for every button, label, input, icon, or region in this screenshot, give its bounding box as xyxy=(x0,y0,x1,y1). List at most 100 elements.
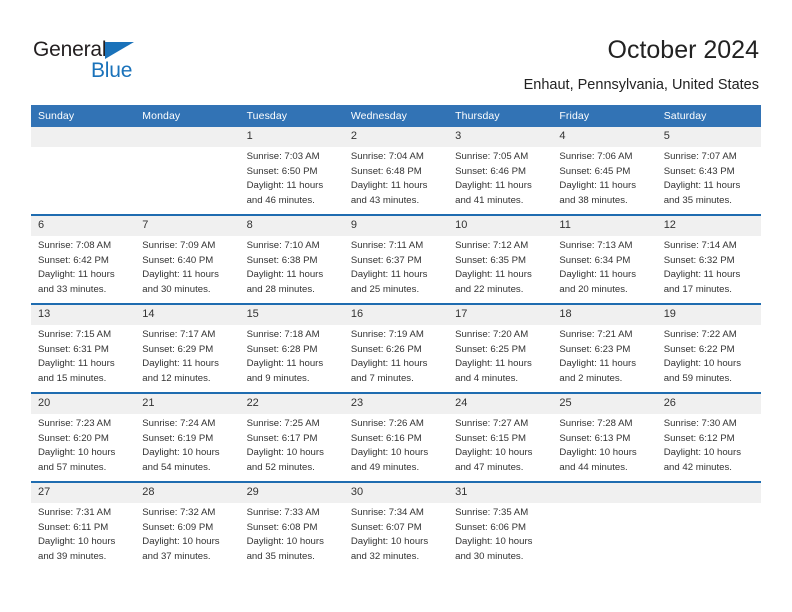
daylight-duration-line2: and 15 minutes. xyxy=(38,372,107,384)
daylight-duration-line1: Daylight: 11 hours xyxy=(455,269,532,281)
sunset-time: Sunset: 6:11 PM xyxy=(38,521,109,533)
daylight-duration-line2: and 46 minutes. xyxy=(246,194,315,206)
calendar-day-cell[interactable]: 19 Sunrise: 7:22 AM Sunset: 6:22 PM Dayligh… xyxy=(656,303,761,393)
calendar-day-cell[interactable]: 31 Sunrise: 7:35 AM Sunset: 6:06 PM Dayligh… xyxy=(448,481,553,570)
day-sun-info: Sunrise: 7:14 AM Sunset: 6:32 PM Daylight:… xyxy=(657,236,761,297)
daylight-duration-line2: and 9 minutes. xyxy=(246,372,310,384)
calendar-day-cell[interactable]: 4 Sunrise: 7:06 AM Sunset: 6:45 PM Daylight… xyxy=(552,127,657,215)
day-number: 6 xyxy=(31,216,136,236)
daylight-duration-line2: and 39 minutes. xyxy=(38,550,107,562)
daylight-duration-line1: Daylight: 10 hours xyxy=(663,447,742,459)
sunset-time: Sunset: 6:22 PM xyxy=(663,343,735,355)
sunrise-time: Sunrise: 7:32 AM xyxy=(142,507,216,518)
daylight-duration-line1: Daylight: 11 hours xyxy=(559,358,637,370)
day-cell-content: 1 Sunrise: 7:03 AM Sunset: 6:50 PM Daylight… xyxy=(239,127,344,214)
daylight-duration-line2: and 49 minutes. xyxy=(350,461,420,473)
calendar-day-cell[interactable]: 5 Sunrise: 7:07 AM Sunset: 6:43 PM Daylight… xyxy=(656,127,761,215)
calendar-day-cell[interactable]: 14 Sunrise: 7:17 AM Sunset: 6:29 PM Dayligh… xyxy=(135,303,240,393)
sunset-time: Sunset: 6:06 PM xyxy=(455,521,527,533)
day-cell-content: 10 Sunrise: 7:12 AM Sunset: 6:35 PM Dayligh… xyxy=(448,216,553,303)
day-cell-content: 28 Sunrise: 7:32 AM Sunset: 6:09 PM Dayligh… xyxy=(135,483,240,570)
sunrise-time: Sunrise: 7:20 AM xyxy=(455,329,529,340)
sunrise-time: Sunrise: 7:26 AM xyxy=(350,418,424,429)
calendar-day-cell[interactable]: 25 Sunrise: 7:28 AM Sunset: 6:13 PM Dayligh… xyxy=(552,392,657,482)
day-cell-content: 13 Sunrise: 7:15 AM Sunset: 6:31 PM Dayligh… xyxy=(31,305,136,392)
sunset-time: Sunset: 6:13 PM xyxy=(559,432,631,444)
calendar-day-cell xyxy=(552,481,657,570)
daylight-duration-line1: Daylight: 10 hours xyxy=(38,447,116,459)
day-number: 16 xyxy=(343,305,449,325)
calendar-day-cell[interactable]: 11 Sunrise: 7:13 AM Sunset: 6:34 PM Dayligh… xyxy=(552,214,657,304)
day-cell-content: 15 Sunrise: 7:18 AM Sunset: 6:28 PM Dayligh… xyxy=(239,305,344,392)
sunset-time: Sunset: 6:40 PM xyxy=(142,254,214,266)
day-number: 11 xyxy=(552,216,657,236)
daylight-duration-line1: Daylight: 10 hours xyxy=(350,536,429,548)
day-number: 18 xyxy=(552,305,657,325)
calendar-day-cell[interactable]: 1 Sunrise: 7:03 AM Sunset: 6:50 PM Daylight… xyxy=(239,127,344,215)
sunset-time: Sunset: 6:50 PM xyxy=(246,165,318,177)
calendar-day-cell[interactable]: 23 Sunrise: 7:26 AM Sunset: 6:16 PM Dayligh… xyxy=(343,392,449,482)
page-header: General Blue October 2024 Enhaut, Pennsy… xyxy=(0,0,792,100)
day-cell-empty xyxy=(135,127,240,214)
day-number: 21 xyxy=(135,394,240,414)
day-cell-content: 8 Sunrise: 7:10 AM Sunset: 6:38 PM Daylight… xyxy=(239,216,344,303)
calendar-day-cell[interactable]: 8 Sunrise: 7:10 AM Sunset: 6:38 PM Daylight… xyxy=(239,214,344,304)
daylight-duration-line1: Daylight: 11 hours xyxy=(246,358,324,370)
day-number: 29 xyxy=(239,483,344,503)
daylight-duration-line2: and 7 minutes. xyxy=(350,372,414,384)
calendar-day-cell[interactable]: 6 Sunrise: 7:08 AM Sunset: 6:42 PM Daylight… xyxy=(31,214,136,304)
sunrise-time: Sunrise: 7:05 AM xyxy=(455,151,529,162)
daylight-duration-line1: Daylight: 10 hours xyxy=(246,536,324,548)
day-number: 3 xyxy=(448,127,553,147)
calendar-day-cell[interactable]: 26 Sunrise: 7:30 AM Sunset: 6:12 PM Dayligh… xyxy=(656,392,761,482)
daylight-duration-line1: Daylight: 11 hours xyxy=(350,269,428,281)
day-cell-empty xyxy=(552,483,657,570)
calendar-day-cell[interactable]: 18 Sunrise: 7:21 AM Sunset: 6:23 PM Dayligh… xyxy=(552,303,657,393)
day-cell-content: 6 Sunrise: 7:08 AM Sunset: 6:42 PM Daylight… xyxy=(31,216,136,303)
calendar-week-row: 27 Sunrise: 7:31 AM Sunset: 6:11 PM Dayligh… xyxy=(31,481,761,570)
daylight-duration-line1: Daylight: 11 hours xyxy=(350,358,428,370)
calendar-day-cell[interactable]: 7 Sunrise: 7:09 AM Sunset: 6:40 PM Daylight… xyxy=(135,214,240,304)
calendar-day-cell[interactable]: 13 Sunrise: 7:15 AM Sunset: 6:31 PM Dayligh… xyxy=(31,303,136,393)
sunset-time: Sunset: 6:15 PM xyxy=(455,432,527,444)
day-cell-content: 20 Sunrise: 7:23 AM Sunset: 6:20 PM Dayligh… xyxy=(31,394,136,481)
calendar-day-cell[interactable]: 21 Sunrise: 7:24 AM Sunset: 6:19 PM Dayligh… xyxy=(135,392,240,482)
daylight-duration-line1: Daylight: 10 hours xyxy=(663,358,742,370)
day-number: 24 xyxy=(448,394,553,414)
sunset-time: Sunset: 6:38 PM xyxy=(246,254,318,266)
calendar-day-cell[interactable]: 17 Sunrise: 7:20 AM Sunset: 6:25 PM Dayligh… xyxy=(448,303,553,393)
calendar-day-cell[interactable]: 20 Sunrise: 7:23 AM Sunset: 6:20 PM Dayligh… xyxy=(31,392,136,482)
daylight-duration-line1: Daylight: 10 hours xyxy=(38,536,116,548)
calendar-header-row: Sunday Monday Tuesday Wednesday Thursday… xyxy=(31,105,761,127)
sunset-time: Sunset: 6:31 PM xyxy=(38,343,109,355)
daylight-duration-line2: and 4 minutes. xyxy=(455,372,519,384)
calendar-day-cell[interactable]: 28 Sunrise: 7:32 AM Sunset: 6:09 PM Dayligh… xyxy=(135,481,240,570)
day-sun-info: Sunrise: 7:07 AM Sunset: 6:43 PM Daylight:… xyxy=(657,147,761,208)
sunrise-time: Sunrise: 7:04 AM xyxy=(350,151,424,162)
daylight-duration-line1: Daylight: 11 hours xyxy=(38,269,115,281)
calendar-day-cell[interactable]: 15 Sunrise: 7:18 AM Sunset: 6:28 PM Dayligh… xyxy=(239,303,344,393)
sunrise-sunset-calendar-table: Sunday Monday Tuesday Wednesday Thursday… xyxy=(31,105,761,570)
day-number: 17 xyxy=(448,305,553,325)
day-number: 10 xyxy=(448,216,553,236)
day-sun-info: Sunrise: 7:09 AM Sunset: 6:40 PM Daylight:… xyxy=(135,236,239,297)
calendar-day-cell[interactable]: 3 Sunrise: 7:05 AM Sunset: 6:46 PM Daylight… xyxy=(448,127,553,215)
calendar-day-cell[interactable]: 29 Sunrise: 7:33 AM Sunset: 6:08 PM Dayligh… xyxy=(239,481,344,570)
calendar-day-cell[interactable]: 30 Sunrise: 7:34 AM Sunset: 6:07 PM Dayligh… xyxy=(343,481,449,570)
logo-text-blue: Blue xyxy=(91,59,133,82)
day-cell-content: 21 Sunrise: 7:24 AM Sunset: 6:19 PM Dayligh… xyxy=(135,394,240,481)
day-number xyxy=(552,483,657,503)
calendar-day-cell[interactable]: 22 Sunrise: 7:25 AM Sunset: 6:17 PM Dayligh… xyxy=(239,392,344,482)
day-cell-content: 30 Sunrise: 7:34 AM Sunset: 6:07 PM Dayligh… xyxy=(343,483,449,570)
day-number: 27 xyxy=(31,483,136,503)
calendar-day-cell[interactable]: 12 Sunrise: 7:14 AM Sunset: 6:32 PM Dayligh… xyxy=(656,214,761,304)
sunset-time: Sunset: 6:26 PM xyxy=(350,343,422,355)
calendar-day-cell[interactable]: 16 Sunrise: 7:19 AM Sunset: 6:26 PM Dayligh… xyxy=(343,303,449,393)
day-sun-info: Sunrise: 7:05 AM Sunset: 6:46 PM Daylight:… xyxy=(448,147,552,208)
calendar-day-cell[interactable]: 24 Sunrise: 7:27 AM Sunset: 6:15 PM Dayligh… xyxy=(448,392,553,482)
sunrise-time: Sunrise: 7:34 AM xyxy=(350,507,424,518)
calendar-day-cell[interactable]: 10 Sunrise: 7:12 AM Sunset: 6:35 PM Dayligh… xyxy=(448,214,553,304)
calendar-day-cell[interactable]: 9 Sunrise: 7:11 AM Sunset: 6:37 PM Daylight… xyxy=(343,214,449,304)
calendar-day-cell[interactable]: 2 Sunrise: 7:04 AM Sunset: 6:48 PM Daylight… xyxy=(343,127,449,215)
calendar-day-cell[interactable]: 27 Sunrise: 7:31 AM Sunset: 6:11 PM Dayligh… xyxy=(31,481,136,570)
